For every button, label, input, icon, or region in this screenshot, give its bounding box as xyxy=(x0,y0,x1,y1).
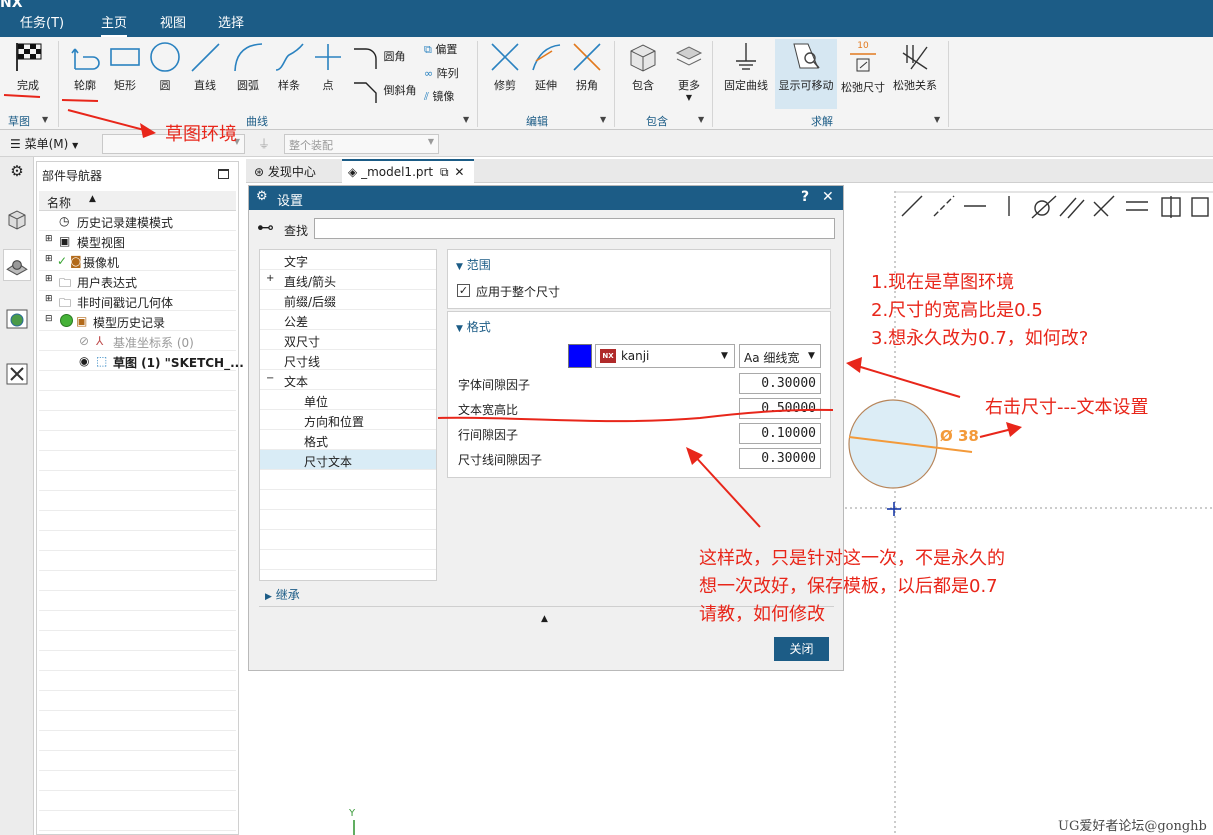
annotation-right-click: 右击尺寸---文本设置 xyxy=(985,397,1149,418)
arrow-head xyxy=(846,357,862,373)
arrow-line xyxy=(67,109,149,132)
annotation-note-2: 想一次改好，保存模板，以后都是0.7 xyxy=(699,576,998,597)
annotation-sketch-env: 草图环境 xyxy=(165,124,237,145)
annotation-note-1: 这样改，只是针对这一次，不是永久的 xyxy=(699,548,1005,569)
annotation-question-1: 1.现在是草图环境 xyxy=(871,272,1015,293)
arrow-head xyxy=(1006,422,1022,437)
underline-mark xyxy=(3,94,41,98)
arrow-line xyxy=(853,364,961,398)
arrow-head xyxy=(140,123,156,138)
annotation-question-3: 3.想永久改为0.7，如何改? xyxy=(871,328,1089,349)
underline-mark xyxy=(437,408,834,423)
arrow-line xyxy=(691,452,761,528)
annotation-note-3: 请教，如何修改 xyxy=(699,604,825,625)
annotation-question-2: 2.尺寸的宽高比是0.5 xyxy=(871,300,1043,321)
underline-mark xyxy=(61,99,99,102)
watermark: UG爱好者论坛@gonghb xyxy=(1058,819,1207,834)
